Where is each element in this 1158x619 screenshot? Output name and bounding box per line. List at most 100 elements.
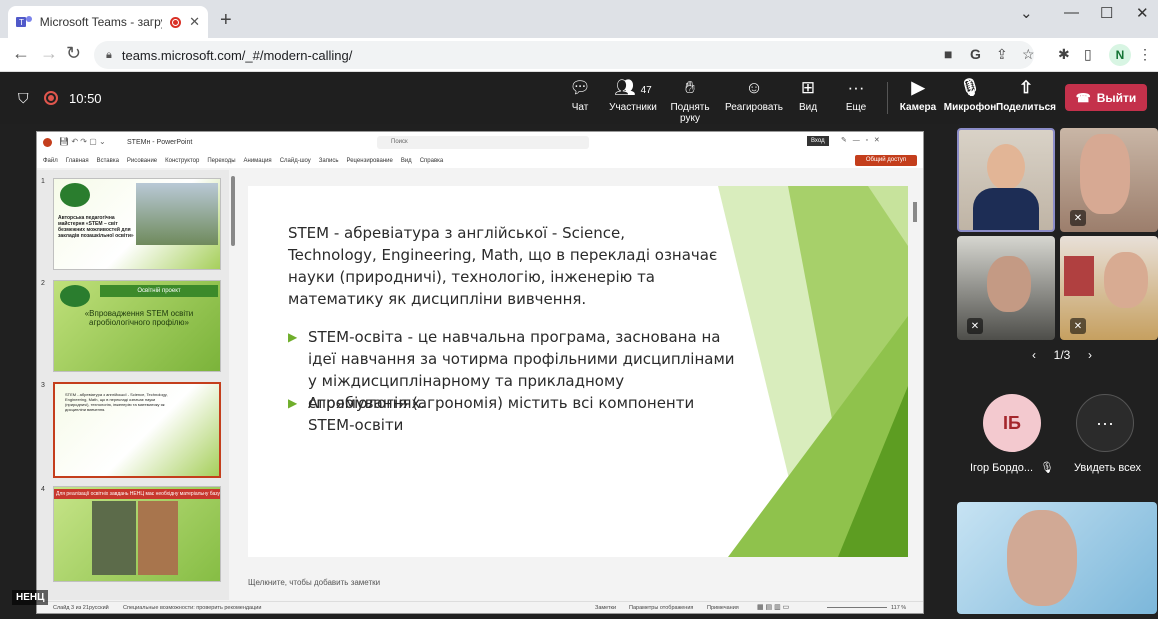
slide-thumbnail-2[interactable]: Освітній проект «Впровадження STEM освіт… — [53, 280, 221, 372]
minimize-button[interactable]: — — [1064, 4, 1079, 21]
status-slide-count: Слайд 3 из 21 — [53, 605, 89, 611]
reload-icon[interactable]: ↻ — [66, 43, 81, 64]
chevron-right-icon[interactable]: › — [1088, 348, 1092, 362]
slide-thumbnails-panel: 1 Авторська педагогічна майстерня «STEM … — [37, 170, 229, 600]
mic-muted-icon: ✕ — [1070, 210, 1086, 226]
share-screen-button[interactable]: ⇧ Поделиться — [996, 78, 1056, 113]
back-icon[interactable]: ← — [12, 43, 30, 64]
person-face — [1080, 134, 1130, 214]
participant-avatar-ib[interactable]: ІБ — [983, 394, 1041, 452]
react-button[interactable]: ☺︎ Реагировать — [724, 78, 784, 113]
self-view-video[interactable] — [957, 502, 1157, 614]
ppt-share-button[interactable]: Общий доступ — [855, 155, 917, 166]
slide-thumbnail-4[interactable]: Для реалізації освітніх завдань НЕНЦ має… — [53, 486, 221, 582]
participants-label: Участники — [609, 102, 657, 113]
ppt-menu-item[interactable]: Анимация — [244, 158, 272, 164]
chevron-left-icon[interactable]: ‹ — [1032, 348, 1036, 362]
ppt-search-box[interactable]: Поиск — [377, 136, 589, 149]
participants-pager: ‹ 1/3 › — [1032, 348, 1092, 362]
ppt-menu-item[interactable]: Рецензирование — [346, 158, 392, 164]
thumb-photo — [138, 501, 178, 575]
ppt-menu-item[interactable]: Слайд-шоу — [280, 158, 311, 164]
notes-pane[interactable]: Щелкните, чтобы добавить заметки — [248, 572, 908, 598]
participant-video-2[interactable]: ✕ — [1060, 128, 1158, 232]
chat-label: Чат — [571, 102, 589, 113]
microphone-button[interactable]: 🎙︎ Микрофон — [940, 78, 1000, 113]
hand-icon: ✋︎ — [685, 78, 695, 97]
ppt-menu-item[interactable]: Файл — [43, 158, 58, 164]
share-page-icon[interactable]: ⇪ — [996, 46, 1008, 63]
close-tab-icon[interactable]: ✕ — [189, 14, 200, 30]
close-window-button[interactable]: ✕ — [1136, 4, 1149, 22]
mic-muted-icon: ✕ — [967, 318, 983, 334]
react-label: Реагировать — [724, 102, 784, 113]
google-translate-icon[interactable]: G — [970, 46, 981, 62]
browser-tab[interactable]: T Microsoft Teams - загружае ✕ — [8, 6, 208, 38]
zoom-slider[interactable] — [827, 607, 887, 608]
thumb-text: «Впровадження STEM освіти агробіологічно… — [84, 309, 194, 327]
participant-video-4[interactable]: ✕ — [1060, 236, 1158, 340]
side-panel-icon[interactable]: ▯ — [1084, 46, 1092, 63]
background-toys — [1064, 256, 1094, 296]
forward-icon[interactable]: → — [40, 43, 58, 64]
browser-tab-strip: T Microsoft Teams - загружае ✕ + ⌄ — ☐ ✕ — [0, 0, 1158, 38]
ppt-menu-item[interactable]: Вставка — [97, 158, 119, 164]
zoom-level: 117 % — [891, 605, 907, 611]
status-comments[interactable]: Примечания — [707, 605, 739, 611]
person-face — [1007, 510, 1077, 606]
participant-name: Ігор Бордо... — [970, 462, 1034, 474]
leave-button[interactable]: ☎︎ Выйти — [1065, 84, 1147, 111]
status-display[interactable]: Параметры отображения — [629, 605, 693, 611]
thumb-photo — [92, 501, 136, 575]
slide-thumbnail-3-selected[interactable]: STEM - абревіатура з англійської - Scien… — [53, 382, 221, 478]
status-notes[interactable]: Заметки — [595, 605, 616, 611]
profile-avatar[interactable]: N — [1109, 44, 1131, 66]
camera-label: Камера — [899, 102, 937, 113]
camera-permission-icon[interactable]: ■ — [944, 46, 952, 62]
see-all-button[interactable]: ··· — [1076, 394, 1134, 452]
ppt-menu-item[interactable]: Справка — [420, 158, 444, 164]
bookmark-star-icon[interactable]: ☆ — [1022, 46, 1035, 63]
quick-access-icons: 💾︎ ↶ ↷ ▢ ⌄ — [59, 137, 106, 146]
browser-menu-icon[interactable]: ⋮ — [1138, 46, 1152, 63]
ppt-menu-item[interactable]: Конструктор — [165, 158, 199, 164]
address-bar[interactable]: 🔒︎ teams.microsoft.com/_#/modern-calling… — [94, 41, 1034, 69]
tab-search-icon[interactable]: ⌄ — [1020, 4, 1033, 22]
powerpoint-logo-icon — [43, 138, 52, 147]
tab-title: Microsoft Teams - загружае — [39, 15, 162, 29]
camera-button[interactable]: ▶︎ Камера — [888, 78, 948, 113]
view-mode-icons[interactable]: ▦ ▤ ▥ ▭ — [757, 603, 789, 611]
ppt-menu-item[interactable]: Переходы — [207, 158, 235, 164]
thumb-heading: Освітній проект — [100, 285, 218, 297]
new-tab-button[interactable]: + — [220, 9, 232, 32]
ppt-window-controls[interactable]: ✎ — ▫ ✕ — [841, 136, 880, 144]
raise-hand-button[interactable]: ✋︎ Поднять руку — [660, 78, 720, 124]
chat-button[interactable]: 💬︎ Чат — [550, 78, 610, 113]
more-icon: ··· — [847, 78, 865, 97]
ppt-menu-item[interactable]: Рисование — [127, 158, 157, 164]
participant-video-3[interactable]: ✕ — [957, 236, 1055, 340]
meeting-control-bar: ⛉ 10:50 💬︎ Чат 👥︎ 47 Участники ✋︎ Поднят… — [0, 72, 1158, 124]
maximize-button[interactable]: ☐ — [1100, 4, 1113, 22]
share-screen-icon: ⇧ — [1018, 78, 1034, 97]
ppt-menu-item[interactable]: Вид — [401, 158, 412, 164]
current-slide: STEM - абревіатура з англійської - Scien… — [248, 186, 908, 557]
share-label: Поделиться — [996, 102, 1057, 113]
ppt-menu-item[interactable]: Запись — [319, 158, 339, 164]
status-accessibility[interactable]: Специальные возможности: проверить реком… — [123, 605, 261, 611]
thumbnails-scrollbar[interactable] — [231, 176, 235, 246]
extensions-icon[interactable]: ✱ — [1058, 46, 1070, 63]
slide-scrollbar[interactable] — [913, 202, 917, 222]
thumb-text: STEM - абревіатура з англійської - Scien… — [65, 392, 168, 412]
participant-video-1[interactable] — [957, 128, 1055, 232]
ppt-menu-item[interactable]: Главная — [66, 158, 89, 164]
participants-button[interactable]: 👥︎ 47 Участники — [603, 78, 663, 113]
slide-thumbnail-1[interactable]: Авторська педагогічна майстерня «STEM – … — [53, 178, 221, 270]
more-button[interactable]: ··· Еще — [826, 78, 886, 113]
person-face — [987, 256, 1031, 312]
thumb-number: 3 — [41, 382, 45, 389]
shared-screen: 💾︎ ↶ ↷ ▢ ⌄ STEMн - PowerPoint Поиск Вход… — [36, 131, 924, 614]
lock-icon: 🔒︎ — [106, 48, 112, 61]
ppt-signin[interactable]: Вход — [807, 136, 829, 146]
mic-off-icon: 🎙︎ — [959, 78, 981, 97]
